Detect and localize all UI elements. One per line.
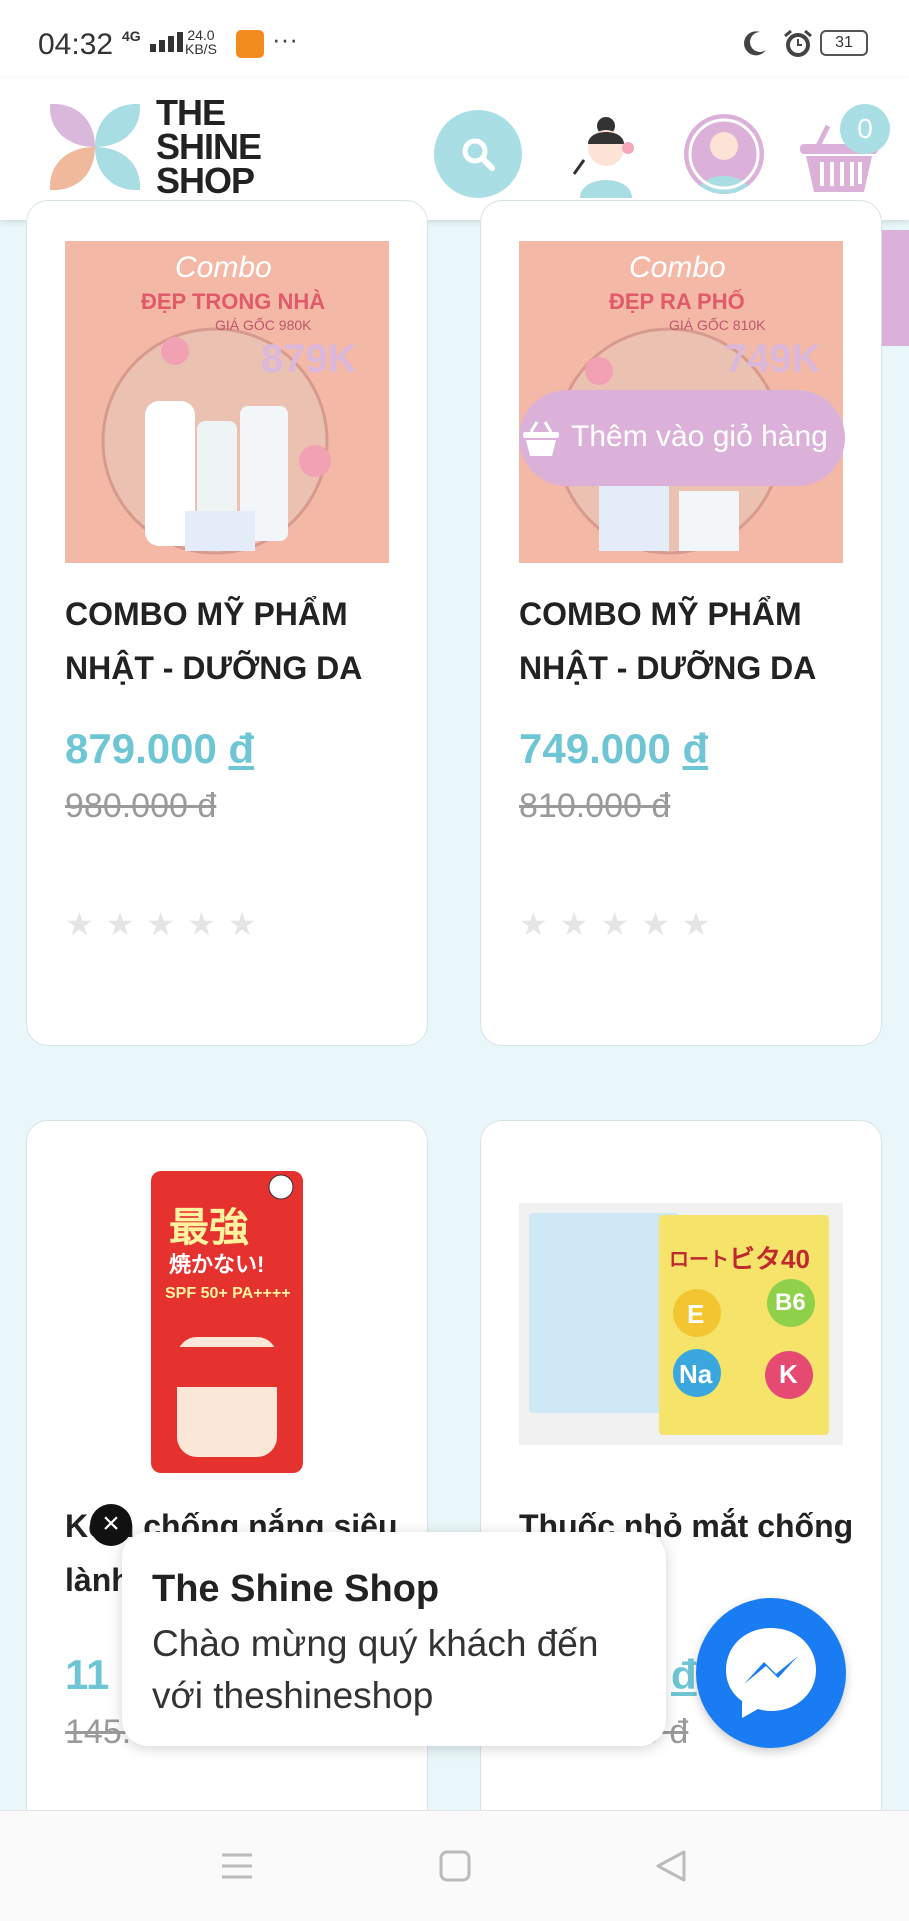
add-to-cart-button[interactable]: Thêm vào giỏ hàng: [519, 390, 845, 486]
product-name[interactable]: COMBO MỸ PHẨM NHẬT - DƯỠNG DA: [65, 587, 405, 695]
banner-sale-price: 749K: [725, 337, 821, 381]
rating-stars: ★★★★★: [519, 906, 723, 942]
product-price: đ: [671, 1651, 697, 1698]
product-price: 879.000 đ: [65, 725, 255, 772]
product-image[interactable]: 最強 焼かない! SPF 50+ PA++++: [65, 1167, 389, 1477]
chat-welcome-popup[interactable]: The Shine Shop Chào mừng quý khách đến v…: [122, 1532, 666, 1746]
vitamin-e-label: E: [687, 1299, 705, 1329]
shop-logo[interactable]: THE SHINE SHOP: [44, 92, 274, 202]
add-to-cart-label: Thêm vào giỏ hàng: [571, 420, 828, 453]
product-old-price: 980.000 đ: [65, 787, 217, 825]
sunscreen-label-2: 焼かない!: [169, 1252, 265, 1277]
rating-stars: ★★★★★: [65, 906, 269, 942]
alarm-icon: [784, 29, 812, 57]
search-button[interactable]: [434, 110, 522, 198]
status-time: 04:32: [38, 28, 114, 61]
moon-icon: [744, 31, 766, 56]
product-name[interactable]: COMBO MỸ PHẨM NHẬT - DƯỠNG DA: [519, 587, 859, 695]
banner-original-price: GIÁ GỐC 810K: [669, 317, 766, 333]
product-image[interactable]: Combo ĐẸP TRONG NHÀ GIÁ GỐC 980K 879K: [65, 241, 389, 563]
vitamin-na-label: Na: [679, 1359, 713, 1389]
recent-apps-icon[interactable]: [220, 1851, 254, 1881]
site-header: THE SHINE SHOP 0: [0, 78, 909, 220]
logo-flower-icon: [49, 103, 141, 191]
logo-text: THE SHINE SHOP: [156, 92, 262, 201]
back-icon[interactable]: [654, 1849, 688, 1883]
popup-close-button[interactable]: ×: [90, 1504, 132, 1546]
product-price: 749.000 đ: [519, 725, 709, 772]
banner-headline: ĐẸP TRONG NHÀ: [141, 289, 326, 314]
messenger-button[interactable]: [696, 1598, 846, 1748]
product-price: 11: [65, 1651, 110, 1698]
vitamin-b6-label: B6: [775, 1289, 806, 1316]
product-image[interactable]: ロート ビタ40 E B6 Na K: [519, 1203, 843, 1445]
banner-headline: ĐẸP RA PHỐ: [609, 289, 745, 314]
basket-icon: [523, 421, 559, 456]
user-icon: [688, 118, 760, 194]
product-old-price: 810.000 đ: [519, 787, 671, 825]
banner-sale-price: 879K: [261, 337, 357, 381]
banner-combo-text: Combo: [175, 251, 272, 284]
product-card[interactable]: Combo ĐẸP TRONG NHÀ GIÁ GỐC 980K 879K CO…: [26, 200, 428, 1046]
search-icon: [462, 138, 495, 171]
signal-icon: [150, 32, 186, 52]
popup-message: Chào mừng quý khách đến với theshineshop: [152, 1623, 599, 1716]
more-notifications-icon: ···: [272, 24, 298, 54]
network-type: 4G: [122, 28, 141, 44]
banner-combo-text: Combo: [629, 251, 726, 284]
banner-original-price: GIÁ GỐC 980K: [215, 317, 312, 333]
eye-drops-label-2: ビタ40: [729, 1244, 810, 1274]
product-card[interactable]: Combo ĐẸP RA PHỐ GIÁ GỐC 810K 749K COMBO…: [480, 200, 882, 1046]
popup-title: The Shine Shop: [152, 1568, 440, 1610]
messenger-icon: [726, 1628, 816, 1718]
system-nav-bar: [0, 1810, 909, 1921]
battery-icon: 31: [820, 30, 868, 56]
network-speed: 24.0 KB/S: [185, 27, 217, 57]
vitamin-k-label: K: [779, 1359, 798, 1389]
eye-drops-label-1: ロート: [669, 1249, 729, 1271]
app-notification-icon: [236, 30, 264, 58]
beauty-model-icon[interactable]: [566, 114, 650, 198]
sunscreen-label-3: SPF 50+ PA++++: [165, 1285, 291, 1302]
home-icon[interactable]: [438, 1849, 472, 1883]
sunscreen-label-1: 最強: [169, 1206, 249, 1250]
status-bar: 04:32 4G 24.0 KB/S ··· 31: [0, 0, 909, 90]
account-button[interactable]: [684, 114, 764, 194]
cart-count-badge: 0: [840, 104, 890, 154]
